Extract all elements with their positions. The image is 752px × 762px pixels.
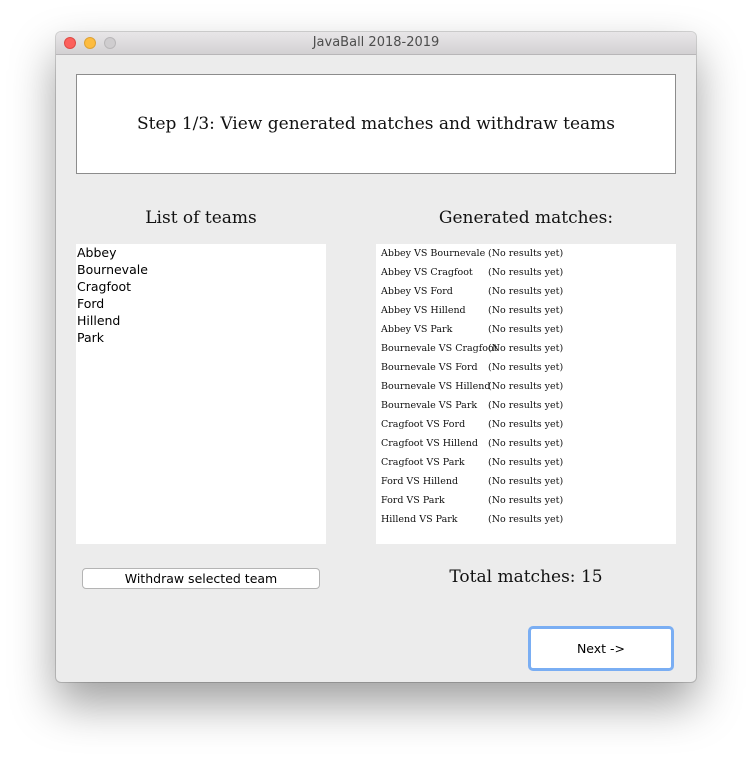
match-result: (No results yet) (488, 286, 564, 297)
match-result: (No results yet) (488, 381, 564, 392)
match-row: Hillend VS Park (No results yet) (376, 510, 676, 529)
match-result: (No results yet) (488, 400, 564, 411)
match-result: (No results yet) (488, 476, 564, 487)
match-result: (No results yet) (488, 438, 564, 449)
step-instruction: Step 1/3: View generated matches and wit… (137, 114, 615, 134)
match-name: Bournevale VS Hillend (381, 381, 491, 392)
window-title: JavaBall 2018-2019 (312, 35, 440, 50)
teams-heading: List of teams (145, 208, 257, 228)
match-row: Abbey VS Hillend (No results yet) (376, 301, 676, 320)
matches-list: Abbey VS Bournevale (No results yet) Abbey… (376, 244, 676, 544)
match-result: (No results yet) (488, 495, 564, 506)
match-name: Abbey VS Ford (381, 286, 453, 297)
title-bar: JavaBall 2018-2019 (56, 32, 696, 55)
team-list-item[interactable]: Park (76, 329, 326, 346)
match-row: Cragfoot VS Park (No results yet) (376, 453, 676, 472)
match-name: Abbey VS Cragfoot (381, 267, 473, 278)
match-row: Ford VS Hillend (No results yet) (376, 472, 676, 491)
match-row: Ford VS Park (No results yet) (376, 491, 676, 510)
match-result: (No results yet) (488, 267, 564, 278)
match-name: Abbey VS Bournevale (381, 248, 486, 259)
match-result: (No results yet) (488, 362, 564, 373)
match-row: Cragfoot VS Ford (No results yet) (376, 415, 676, 434)
teams-list[interactable]: Abbey Bournevale Cragfoot Ford Hillend Park (76, 244, 326, 544)
withdraw-team-button[interactable]: Withdraw selected team (82, 568, 320, 589)
match-name: Cragfoot VS Hillend (381, 438, 478, 449)
match-result: (No results yet) (488, 419, 564, 430)
team-list-item[interactable]: Ford (76, 295, 326, 312)
match-row: Cragfoot VS Hillend (No results yet) (376, 434, 676, 453)
match-row: Bournevale VS Hillend (No results yet) (376, 377, 676, 396)
match-row: Abbey VS Cragfoot (No results yet) (376, 263, 676, 282)
match-name: Cragfoot VS Park (381, 457, 465, 468)
team-list-item[interactable]: Cragfoot (76, 278, 326, 295)
match-result: (No results yet) (488, 343, 564, 354)
match-name: Cragfoot VS Ford (381, 419, 466, 430)
match-row: Bournevale VS Ford (No results yet) (376, 358, 676, 377)
match-result: (No results yet) (488, 248, 564, 259)
match-result: (No results yet) (488, 514, 564, 525)
app-window: JavaBall 2018-2019 Step 1/3: View genera… (56, 32, 696, 682)
match-name: Ford VS Hillend (381, 476, 459, 487)
next-button[interactable]: Next -> (528, 626, 674, 671)
team-list-item[interactable]: Abbey (76, 244, 326, 261)
match-row: Abbey VS Bournevale (No results yet) (376, 244, 676, 263)
match-result: (No results yet) (488, 305, 564, 316)
match-result: (No results yet) (488, 457, 564, 468)
match-name: Bournevale VS Cragfoot (381, 343, 498, 354)
match-row: Abbey VS Park (No results yet) (376, 320, 676, 339)
match-name: Bournevale VS Ford (381, 362, 478, 373)
total-matches-label: Total matches: 15 (449, 567, 603, 587)
match-name: Bournevale VS Park (381, 400, 478, 411)
match-name: Hillend VS Park (381, 514, 458, 525)
match-name: Abbey VS Park (381, 324, 453, 335)
step-banner: Step 1/3: View generated matches and wit… (76, 74, 676, 174)
matches-heading: Generated matches: (438, 208, 614, 228)
team-list-item[interactable]: Bournevale (76, 261, 326, 278)
match-row: Bournevale VS Park (No results yet) (376, 396, 676, 415)
team-list-item[interactable]: Hillend (76, 312, 326, 329)
match-name: Abbey VS Hillend (381, 305, 466, 316)
match-result: (No results yet) (488, 324, 564, 335)
match-name: Ford VS Park (381, 495, 445, 506)
match-row: Bournevale VS Cragfoot (No results yet) (376, 339, 676, 358)
match-row: Abbey VS Ford (No results yet) (376, 282, 676, 301)
